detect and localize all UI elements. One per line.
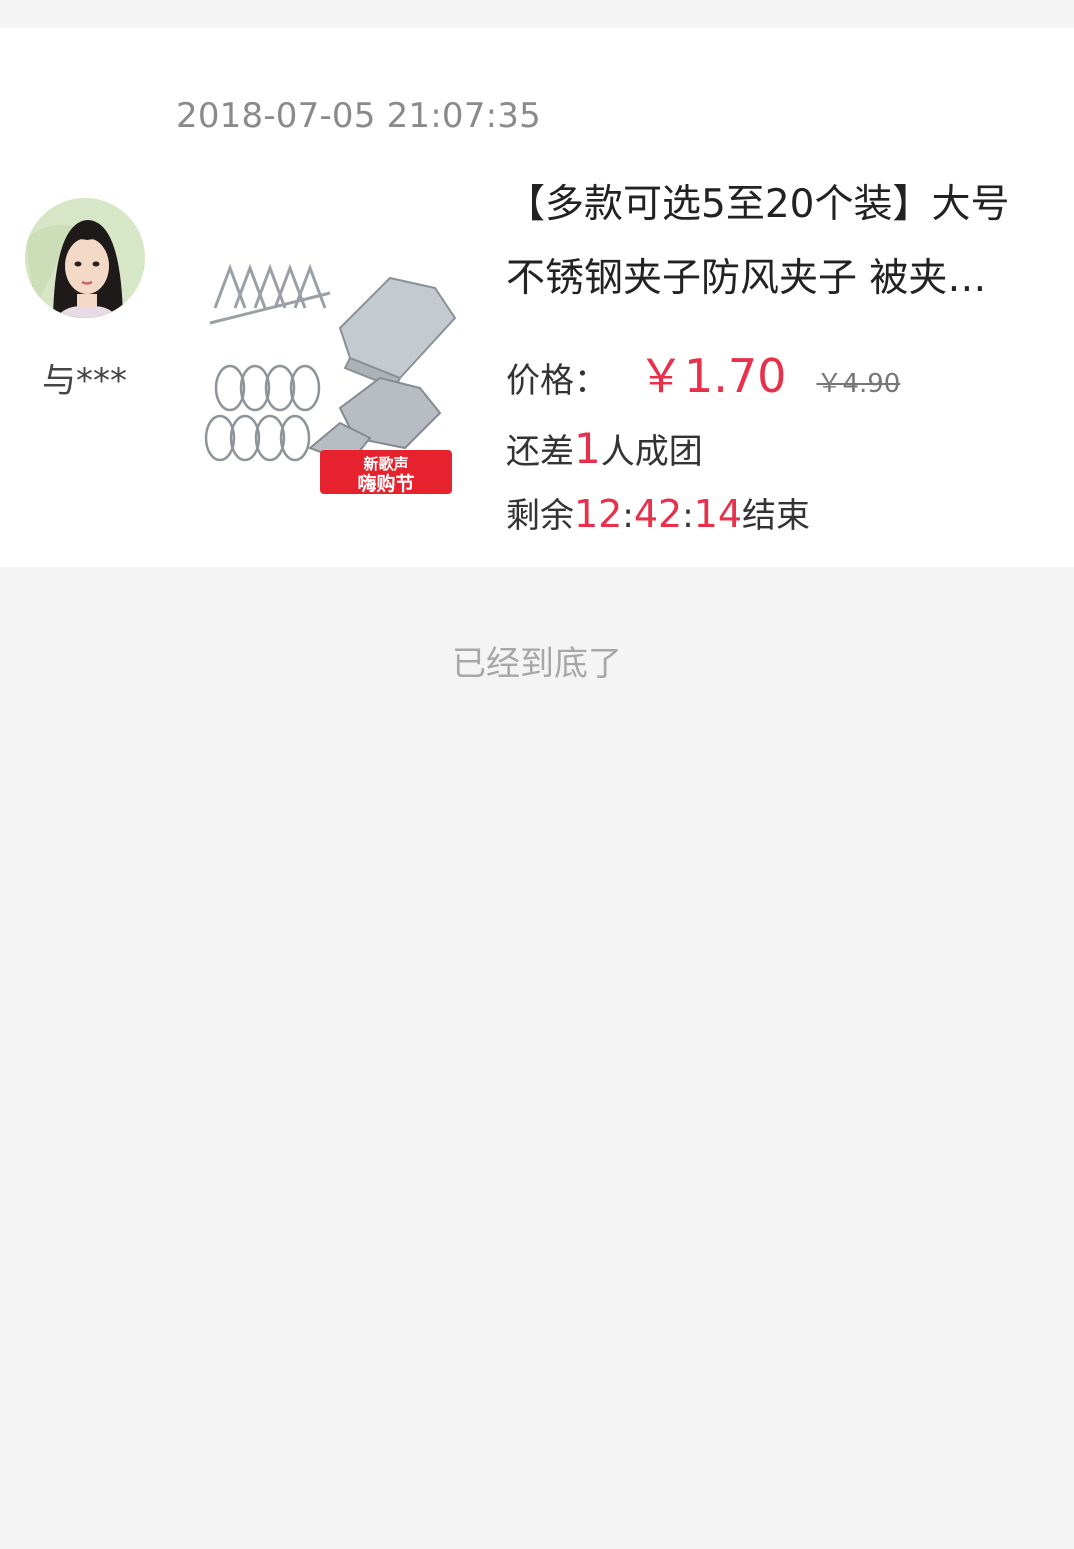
original-price: ￥4.90 (816, 369, 901, 399)
countdown: 剩余12:42:14结束 (506, 488, 810, 537)
countdown-hours: 12 (574, 492, 623, 536)
countdown-prefix: 剩余 (506, 496, 574, 536)
countdown-separator: : (682, 496, 694, 536)
image-badge-line2: 嗨购节 (357, 472, 414, 495)
clothespin-product-image-icon: 新歌声 嗨购节 (204, 263, 457, 495)
group-status-prefix: 还差 (506, 432, 574, 472)
product-title-line1: 【多款可选5至20个装】大号 (506, 182, 1010, 227)
avatar-icon (25, 198, 145, 318)
product-image[interactable]: 新歌声 嗨购节 (190, 238, 470, 498)
group-status-suffix: 人成团 (600, 432, 703, 472)
user-nickname: 与*** (42, 361, 127, 401)
countdown-separator: : (622, 496, 634, 536)
countdown-seconds: 14 (693, 492, 743, 536)
order-timestamp: 2018-07-05 21:07:35 (176, 96, 541, 136)
price-label: 价格： (506, 361, 608, 401)
group-order-card[interactable]: 2018-07-05 21:07:35 与*** 新歌声 嗨购节 【多款可选5至… (0, 28, 1074, 567)
remaining-people-count: 1 (574, 424, 601, 473)
group-price: ￥1.70 (638, 349, 787, 403)
user-avatar (25, 198, 145, 318)
group-status: 还差1人成团 (506, 424, 703, 473)
end-of-list-text: 已经到底了 (452, 644, 622, 684)
image-badge-line1: 新歌声 (363, 455, 408, 473)
countdown-suffix: 结束 (742, 496, 811, 536)
product-title[interactable]: 【多款可选5至20个装】大号 不锈钢夹子防风夹子 被夹… (506, 168, 1046, 316)
countdown-minutes: 42 (633, 492, 683, 536)
product-title-line2: 不锈钢夹子防风夹子 被夹… (506, 256, 987, 301)
price-row: 价格： ￥1.70 ￥4.90 (506, 340, 901, 403)
